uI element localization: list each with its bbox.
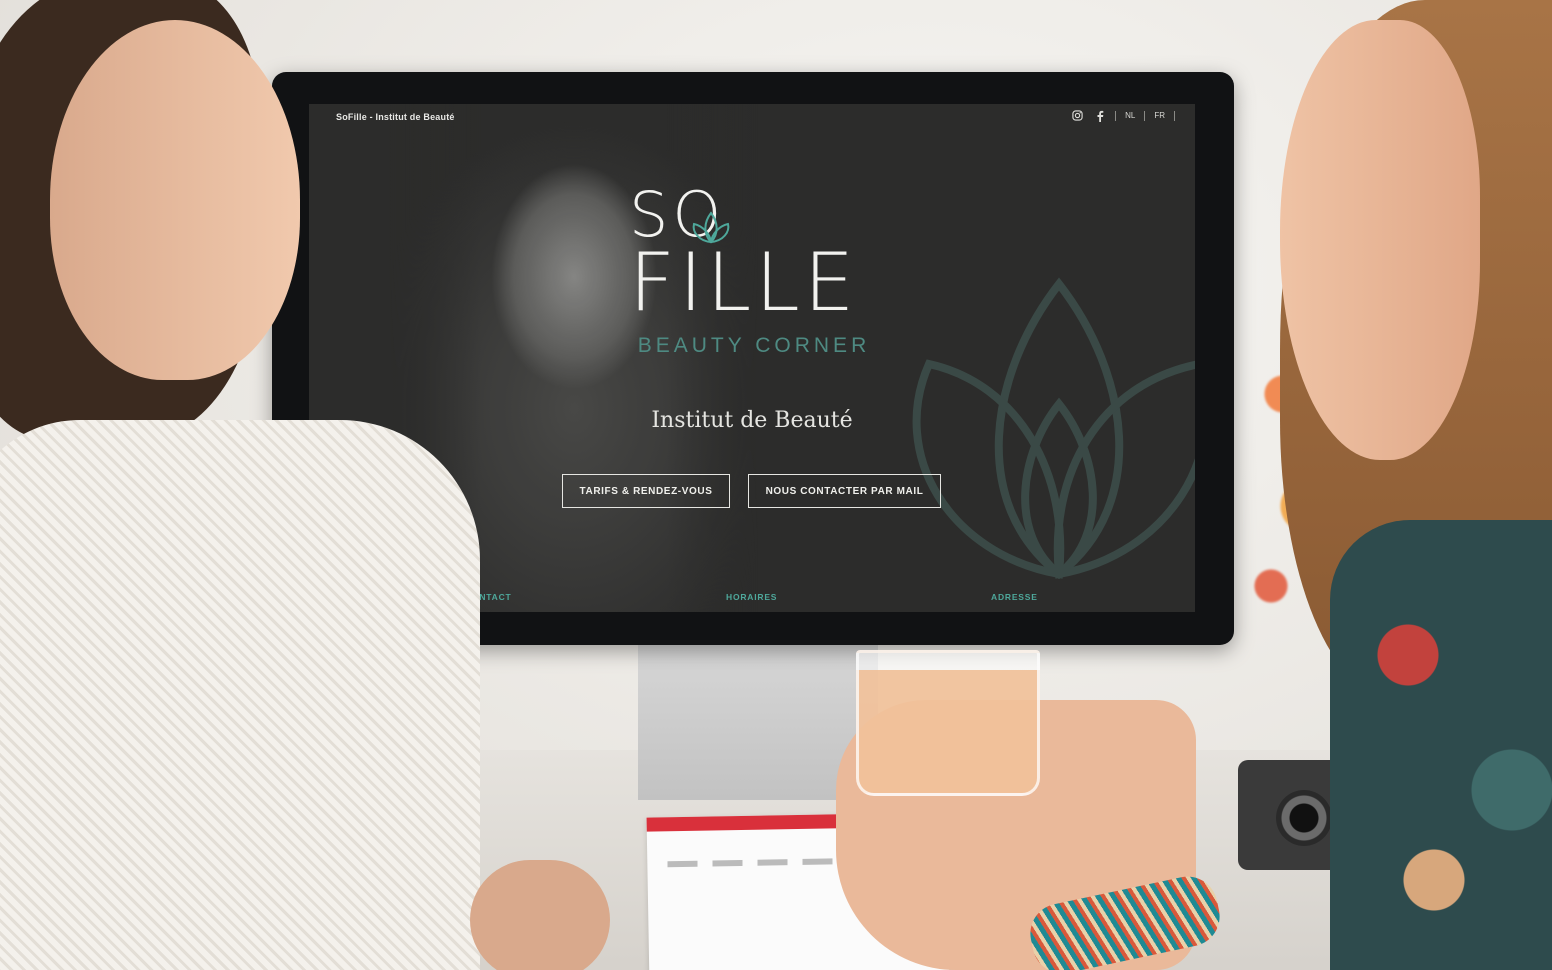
logo-line-fille: FILLE: [629, 236, 859, 329]
person-left-shirt: [0, 420, 480, 970]
contact-by-mail-button[interactable]: NOUS CONTACTER PAR MAIL: [748, 474, 941, 508]
photo-scene: SoFille - Institut de Beauté NL FR SO FI…: [0, 0, 1552, 970]
person-left-face: [50, 20, 300, 380]
instagram-icon[interactable]: [1071, 109, 1084, 122]
lang-fr-link[interactable]: FR: [1154, 111, 1165, 120]
nav-divider: [1144, 110, 1146, 121]
person-left-hand: [470, 860, 610, 970]
nav-divider: [1174, 110, 1175, 121]
person-right-face: [1280, 20, 1480, 460]
lang-nl-link[interactable]: NL: [1125, 111, 1135, 120]
person-left: [0, 0, 520, 970]
logo-tagline: BEAUTY CORNER: [637, 334, 871, 357]
glass-of-drink: [856, 650, 1040, 796]
person-right: [1270, 0, 1552, 970]
footer-link-horaires[interactable]: HORAIRES: [726, 592, 777, 602]
sofille-logo: SO FILLE BEAUTY CORNER: [629, 178, 889, 384]
nav-divider: [1115, 110, 1117, 121]
top-nav: NL FR: [1071, 109, 1175, 122]
tarifs-rendez-vous-button[interactable]: TARIFS & RENDEZ-VOUS: [562, 474, 730, 508]
person-right-shirt: [1330, 520, 1552, 970]
facebook-icon[interactable]: [1093, 109, 1106, 122]
footer-link-adresse[interactable]: ADRESSE: [991, 592, 1038, 602]
